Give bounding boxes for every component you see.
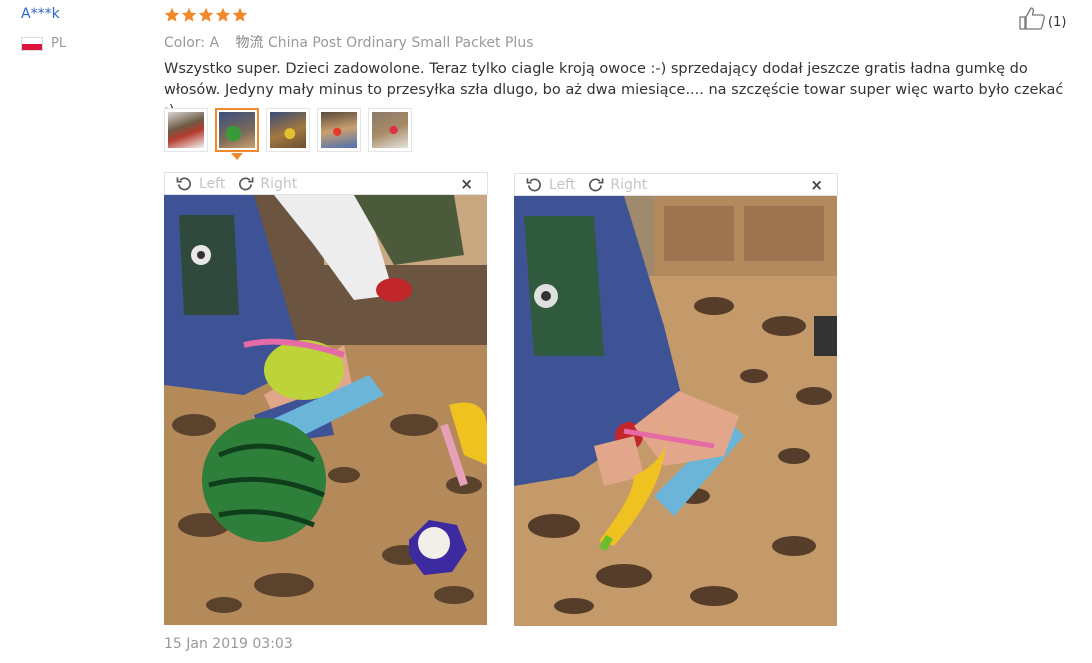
country-code: PL — [51, 36, 67, 51]
rotate-right-icon — [239, 177, 254, 191]
rotate-left-label: Left — [199, 175, 226, 192]
star-icon — [164, 7, 180, 22]
helpful-count: (1) — [1048, 15, 1067, 30]
photo-thumbnail[interactable] — [164, 108, 208, 152]
rotate-left-icon — [176, 177, 191, 191]
reviewer-name[interactable]: A***k — [21, 6, 60, 22]
order-info: Color: A 物流 China Post Ordinary Small Pa… — [164, 32, 533, 52]
rotate-left-button[interactable]: Left — [526, 176, 575, 193]
star-icon — [181, 7, 197, 22]
rotate-right-icon — [589, 178, 604, 192]
photo-thumbnail[interactable] — [368, 108, 412, 152]
star-icon — [215, 7, 231, 22]
shipping-method: China Post Ordinary Small Packet Plus — [267, 35, 534, 51]
photo-thumbnail[interactable] — [317, 108, 361, 152]
rotate-left-label: Left — [549, 176, 576, 193]
review-date: 15 Jan 2019 03:03 — [164, 636, 293, 652]
helpful-button[interactable]: (1) — [1018, 6, 1066, 30]
photo-thumbnail-active[interactable] — [215, 108, 259, 160]
rotate-right-label: Right — [260, 175, 298, 192]
star-icon — [198, 7, 214, 22]
poland-flag-icon — [21, 36, 43, 51]
rotate-left-button[interactable]: Left — [176, 175, 225, 192]
photo-viewer: Left Right × — [164, 172, 488, 625]
rotate-left-icon — [526, 178, 541, 192]
close-viewer-button[interactable]: × — [810, 176, 823, 194]
photo-thumbnails — [164, 108, 412, 160]
thumbs-up-icon — [1019, 7, 1045, 30]
viewer-toolbar: Left Right × — [164, 172, 488, 195]
review-photo — [514, 196, 837, 626]
star-rating — [164, 7, 248, 23]
viewer-toolbar: Left Right × — [514, 173, 838, 196]
photo-thumbnail[interactable] — [266, 108, 310, 152]
shipping-label: 物流 — [235, 35, 264, 51]
star-icon — [232, 7, 248, 22]
close-viewer-button[interactable]: × — [460, 175, 473, 193]
review-photo — [164, 195, 487, 625]
photo-viewer: Left Right × — [514, 173, 838, 626]
reviewer-country: PL — [21, 36, 66, 51]
rotate-right-button[interactable]: Right — [237, 175, 297, 192]
color-option: Color: A — [164, 35, 220, 51]
rotate-right-button[interactable]: Right — [587, 176, 647, 193]
rotate-right-label: Right — [610, 176, 648, 193]
